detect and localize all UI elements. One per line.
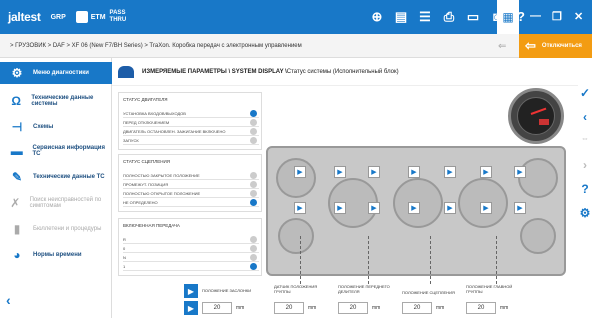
service-icon: ▬ — [10, 144, 23, 158]
engine-row: УСТАНОВКА ВХОДОВ/ВЫХОДОВ — [123, 109, 259, 118]
sidebar-back-icon[interactable]: ‹ — [6, 292, 11, 308]
magnet-icon: Ω — [11, 94, 21, 108]
status-dot — [250, 190, 257, 197]
clutch-row: ПРОМЕЖУТ. ПОЗИЦИЯ — [123, 180, 259, 189]
arrow-left-icon: ⇦ — [525, 38, 536, 53]
close-icon[interactable]: ✕ — [574, 10, 583, 23]
sidebar: ⚙ Меню диагностики Ω Технические данные си… — [0, 58, 112, 318]
engine-row: ЗАПУСК — [123, 136, 259, 145]
engine-status-panel: СТАТУС ДВИГАТЕЛЯ УСТАНОВКА ВХОДОВ/ВЫХОДО… — [118, 92, 262, 150]
minimize-icon[interactable]: — — [530, 10, 541, 22]
chevron-right-icon[interactable]: › — [583, 158, 587, 182]
actuator-button[interactable]: ▶ — [408, 166, 420, 178]
etm-icon — [75, 11, 88, 23]
front-splitter-field: 20 mm — [338, 302, 380, 314]
help-side-icon[interactable]: ? — [581, 182, 588, 206]
printer-icon[interactable]: ⎙ — [442, 10, 456, 24]
status-dot — [250, 137, 257, 144]
throttle-position-field: 20 mm — [202, 302, 244, 314]
status-dot — [250, 245, 257, 252]
sidebar-item-time-norms[interactable]: ◕ Нормы времени — [0, 246, 112, 264]
app-logo: jaltest — [8, 10, 41, 24]
main-group-field: 20 mm — [466, 302, 508, 314]
clutch-position-field: 20 mm — [402, 302, 444, 314]
document-icon[interactable]: ▤ — [394, 10, 408, 24]
gauge-title-icon — [118, 65, 134, 78]
range-sensor-field: 20 mm — [274, 302, 316, 314]
status-dot — [250, 254, 257, 261]
status-dot — [250, 119, 257, 126]
gear-row: 1 — [123, 262, 259, 271]
troubleshoot-icon: ✗ — [10, 196, 21, 210]
check-icon[interactable]: ✓ — [580, 86, 590, 110]
actuator-button[interactable]: ▶ — [444, 202, 456, 214]
actuator-button[interactable]: ▶ — [514, 166, 526, 178]
actuator-button[interactable]: ▶ — [334, 202, 346, 214]
gearbox-illustration: ▶ ▶ ▶ ▶ ▶ ▶ ▶ ▶ ▶ ▶ ▶ ▶ ▶ ▶ — [266, 146, 566, 276]
gear-side-icon[interactable]: ⚙ — [580, 206, 591, 230]
wrench-icon: ✎ — [11, 170, 23, 184]
schema-icon: ⊣ — [11, 120, 23, 134]
disconnect-button[interactable]: ⇦ Отключиться — [519, 34, 592, 58]
clutch-row: ПОЛНОСТЬЮ ОТКРЫТОЕ ПОЛОЖЕНИЕ — [123, 189, 259, 198]
bulletin-icon: ▮ — [13, 222, 21, 236]
etm-button[interactable]: ETM — [75, 11, 106, 23]
grp-button[interactable]: GRP — [51, 14, 66, 21]
actuator-button[interactable]: ▶ — [408, 202, 420, 214]
actuator-button[interactable]: ▶ — [480, 202, 492, 214]
right-toolbar: ✓ ‹ ⇔ › ? ⚙ — [578, 86, 592, 318]
status-dot — [250, 181, 257, 188]
status-dot — [250, 172, 257, 179]
actuator-button[interactable]: ▶ — [334, 166, 346, 178]
actuator-button[interactable]: ▶ — [480, 166, 492, 178]
back-arrow-icon[interactable]: ⇐ — [498, 41, 506, 52]
status-dot — [250, 236, 257, 243]
gear-row: N — [123, 253, 259, 262]
sidebar-item-troubleshooting[interactable]: ✗ Поиск неисправностей по симптомам — [0, 192, 112, 214]
actuator-button[interactable]: ▶ — [368, 202, 380, 214]
status-dot — [250, 263, 257, 270]
sidebar-item-schemes[interactable]: ⊣ Схемы — [0, 118, 112, 136]
pages-icon[interactable]: ⇔ — [581, 134, 589, 158]
globe-icon[interactable]: ⊕ — [370, 10, 384, 24]
actuator-button[interactable]: ▶ — [294, 202, 306, 214]
pass-thru-button[interactable]: PASS THRU — [110, 10, 127, 24]
battery-icon[interactable]: ▭ — [466, 10, 480, 24]
diagnostic-menu-icon: ⚙ — [11, 66, 23, 80]
gear-row: R — [123, 235, 259, 244]
actuator-button[interactable]: ▶ — [294, 166, 306, 178]
speedometer-gauge — [508, 88, 564, 144]
actuator-button[interactable]: ▶ — [444, 166, 456, 178]
sidebar-item-bulletins[interactable]: ▮ Бюллетени и процедуры — [0, 218, 112, 240]
sidebar-item-diagnostic-menu[interactable]: ⚙ Меню диагностики — [0, 62, 112, 84]
gear-row: 0 — [123, 244, 259, 253]
throttle-play-button[interactable]: ▶ — [184, 284, 198, 298]
status-dot — [250, 128, 257, 135]
apps-grid-icon[interactable]: ▦ — [497, 0, 519, 34]
restore-icon[interactable]: ❐ — [552, 10, 562, 23]
actuator-button[interactable]: ▶ — [368, 166, 380, 178]
clutch-row: ПОЛНОСТЬЮ ЗАКРЫТОЕ ПОЛОЖЕНИЕ — [123, 171, 259, 180]
sidebar-item-vehicle-data[interactable]: ✎ Технические данные ТС — [0, 166, 112, 188]
engine-row: ПЕРЕД ОТКЛЮЧЕНИЕМ — [123, 118, 259, 127]
clutch-status-panel: СТАТУС СЦЕПЛЕНИЯ ПОЛНОСТЬЮ ЗАКРЫТОЕ ПОЛО… — [118, 154, 262, 212]
page-title: ИЗМЕРЯЕМЫЕ ПАРАМЕТРЫ \ SYSTEM DISPLAY \ … — [112, 58, 578, 86]
sidebar-item-service-info[interactable]: ▬ Сервисная информация ТС — [0, 140, 112, 162]
list-icon[interactable]: ☰ — [418, 10, 432, 24]
status-dot — [250, 110, 257, 117]
gear-engaged-panel: ВКЛЮЧЕННАЯ ПЕРЕДАЧА R 0 N 1 — [118, 218, 262, 276]
actuator-button[interactable]: ▶ — [514, 202, 526, 214]
status-dot — [250, 199, 257, 206]
clutch-row: НЕ ОПРЕДЕЛЕНО — [123, 198, 259, 207]
engine-row: ДВИГАТЕЛЬ ОСТАНОВЛЕН. ЗАЖИГАНИЕ ВКЛЮЧЕНО — [123, 127, 259, 136]
throttle-play-button-2[interactable]: ▶ — [184, 301, 198, 315]
chevron-left-icon[interactable]: ‹ — [583, 110, 587, 134]
time-icon: ◕ — [13, 248, 21, 262]
sidebar-item-system-data[interactable]: Ω Технические данные системы — [0, 90, 112, 112]
